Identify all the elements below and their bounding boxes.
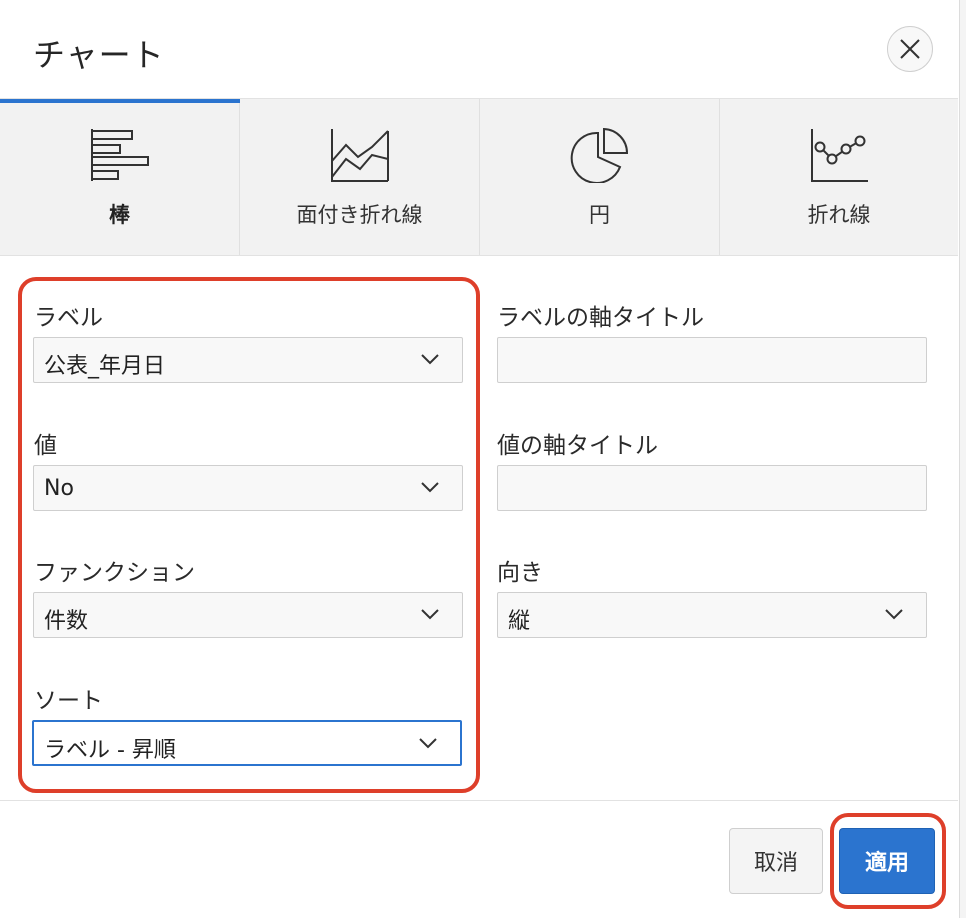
value-axis-title-input[interactable] <box>497 465 927 511</box>
function-select-value: 件数 <box>44 609 89 634</box>
apply-button[interactable]: 適用 <box>839 828 935 894</box>
tab-line[interactable]: 折れ線 <box>720 99 958 255</box>
area-chart-icon <box>331 129 389 182</box>
function-field-label: ファンクション <box>34 560 195 586</box>
line-chart-icon <box>811 129 868 182</box>
label-field-label: ラベル <box>34 305 103 331</box>
label-select-value: 公表_年月日 <box>44 354 166 379</box>
label-axis-title-label: ラベルの軸タイトル <box>497 305 704 331</box>
background-page-edge <box>959 0 966 918</box>
bar-chart-icon <box>91 129 149 181</box>
label-select[interactable]: 公表_年月日 <box>33 337 463 383</box>
value-field-label: 値 <box>34 433 57 459</box>
chart-settings-form: ラベル 公表_年月日 値 No ファンクション 件数 ソート ラベル - 昇順 … <box>0 256 958 800</box>
label-axis-title-input[interactable] <box>497 337 927 383</box>
chart-dialog: チャート 棒 面付き折れ線 円 折れ線 ラベル 公表_年月日 値 No ファンク… <box>0 0 958 918</box>
chevron-down-icon <box>419 738 437 749</box>
tab-area[interactable]: 面付き折れ線 <box>240 99 480 255</box>
dialog-header: チャート <box>0 0 958 99</box>
sort-field-label: ソート <box>34 688 103 714</box>
function-select[interactable]: 件数 <box>33 592 463 638</box>
pie-chart-icon <box>570 127 629 183</box>
orientation-field-label: 向き <box>497 560 543 586</box>
orientation-select[interactable]: 縦 <box>497 592 927 638</box>
orientation-select-value: 縦 <box>508 609 531 634</box>
tab-pie-label: 円 <box>589 203 610 227</box>
tab-bar-label: 棒 <box>109 203 130 227</box>
chevron-down-icon <box>421 609 439 620</box>
chevron-down-icon <box>421 482 439 493</box>
value-select-value: No <box>44 476 74 501</box>
chart-type-tabs: 棒 面付き折れ線 円 折れ線 <box>0 99 958 256</box>
tab-bar[interactable]: 棒 <box>0 99 240 255</box>
chevron-down-icon <box>421 354 439 365</box>
dialog-footer: 取消 適用 <box>0 800 958 919</box>
chevron-down-icon <box>885 609 903 620</box>
close-icon <box>900 39 920 59</box>
sort-select-value: ラベル - 昇順 <box>44 738 176 763</box>
close-button[interactable] <box>887 26 933 72</box>
value-axis-title-label: 値の軸タイトル <box>497 433 658 459</box>
tab-line-label: 折れ線 <box>807 203 871 227</box>
dialog-title: チャート <box>33 36 165 74</box>
tab-area-label: 面付き折れ線 <box>296 203 423 227</box>
value-select[interactable]: No <box>33 465 463 511</box>
tab-pie[interactable]: 円 <box>480 99 720 255</box>
cancel-button[interactable]: 取消 <box>729 828 823 894</box>
sort-select[interactable]: ラベル - 昇順 <box>32 720 462 766</box>
